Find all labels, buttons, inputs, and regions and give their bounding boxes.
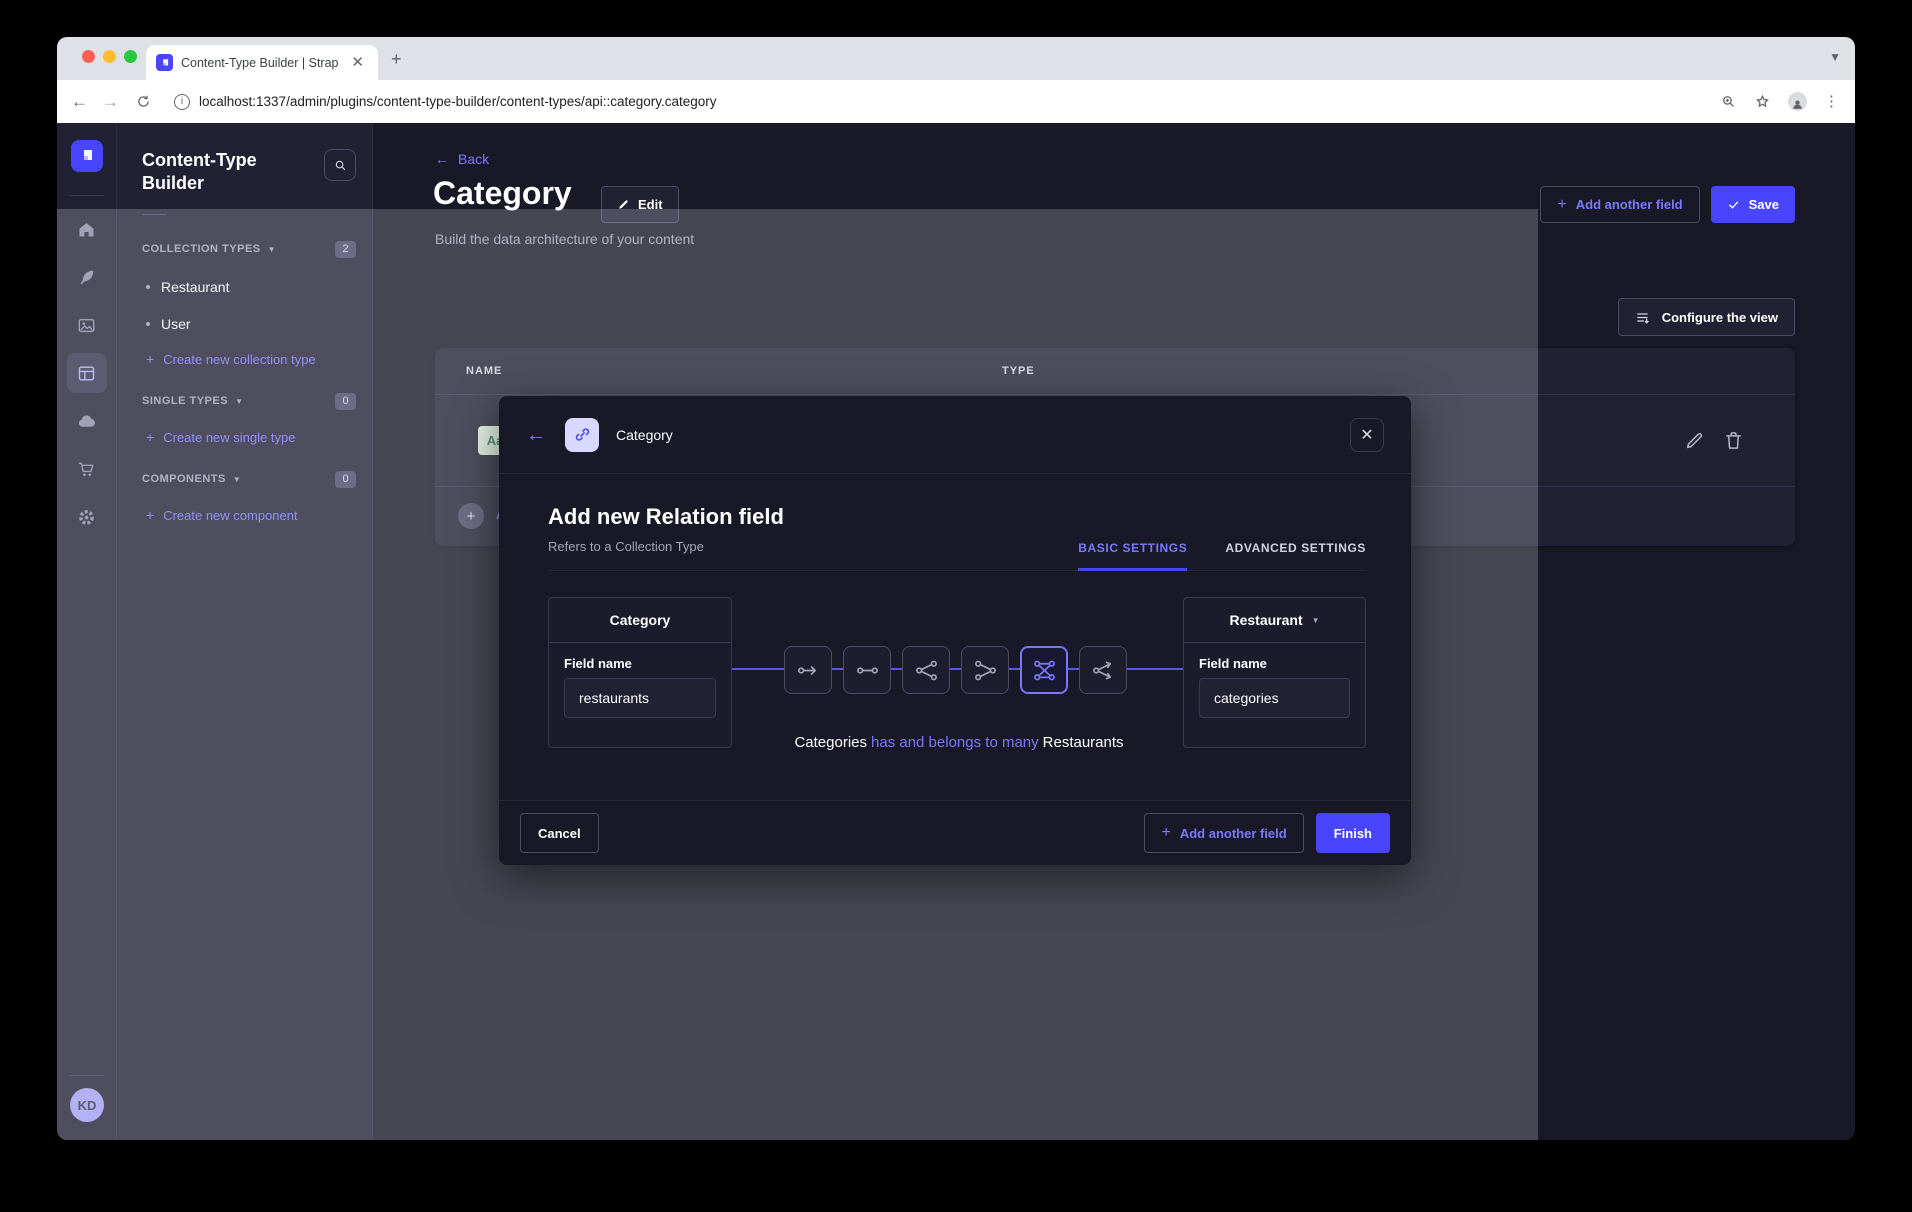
relation-link-icon xyxy=(565,418,599,452)
modal-footer: Cancel + Add another field Finish xyxy=(499,800,1411,865)
relation-sentence: Categorieshas and belongs to manyRestaur… xyxy=(548,734,1370,751)
has-many-icon xyxy=(1091,658,1116,683)
one-to-many-icon xyxy=(914,658,939,683)
add-another-field-button[interactable]: + Add another field xyxy=(1540,186,1699,223)
save-button[interactable]: Save xyxy=(1711,186,1795,223)
chevron-down-icon[interactable]: ▼ xyxy=(1829,50,1841,64)
back-nav-icon[interactable]: ← xyxy=(71,93,88,110)
new-tab-button[interactable]: + xyxy=(391,50,402,68)
tab-close-icon[interactable]: ✕ xyxy=(347,53,368,72)
minimize-window-button[interactable] xyxy=(103,50,116,63)
many-to-one-icon xyxy=(973,658,998,683)
search-button[interactable] xyxy=(324,149,356,181)
relation-one-to-one-button[interactable] xyxy=(843,646,891,694)
strapi-favicon-icon xyxy=(156,54,173,71)
tab-title: Content-Type Builder | Strapi xyxy=(181,56,339,70)
relation-many-to-one-button[interactable] xyxy=(961,646,1009,694)
plus-icon: + xyxy=(1557,196,1566,214)
url-bar: ← → i localhost:1337/admin/plugins/conte… xyxy=(57,80,1855,123)
modal-header: ← Category ✕ xyxy=(499,396,1411,474)
close-modal-button[interactable]: ✕ xyxy=(1350,418,1384,452)
configure-view-button[interactable]: Configure the view xyxy=(1618,298,1795,336)
add-relation-modal: ← Category ✕ Add new Relation field Refe… xyxy=(499,396,1411,865)
forward-nav-icon[interactable]: → xyxy=(102,93,119,110)
url-text[interactable]: localhost:1337/admin/plugins/content-typ… xyxy=(199,94,717,109)
zoom-icon[interactable] xyxy=(1720,93,1737,110)
modal-title: Add new Relation field xyxy=(548,504,784,530)
strapi-logo[interactable] xyxy=(71,140,103,172)
plus-icon: + xyxy=(1161,824,1170,842)
source-card-title: Category xyxy=(549,598,731,643)
page-title: Category xyxy=(433,175,572,212)
many-to-many-icon xyxy=(1032,658,1057,683)
sidebar-title: Content-Type Builder xyxy=(142,149,282,196)
search-icon xyxy=(333,158,348,173)
browser-tab[interactable]: Content-Type Builder | Strapi ✕ xyxy=(146,45,378,80)
back-link[interactable]: ← Back xyxy=(435,151,489,167)
finish-button[interactable]: Finish xyxy=(1316,813,1390,853)
target-collection-select[interactable]: Restaurant ▼ xyxy=(1184,598,1365,643)
field-name-label: Field name xyxy=(564,656,716,671)
bookmark-star-icon[interactable] xyxy=(1754,93,1771,110)
omnibox[interactable]: i localhost:1337/admin/plugins/content-t… xyxy=(174,94,1720,110)
tab-basic-settings[interactable]: BASIC SETTINGS xyxy=(1078,541,1187,571)
modal-back-arrow-icon[interactable]: ← xyxy=(526,425,546,445)
modal-subtitle: Refers to a Collection Type xyxy=(548,539,704,554)
source-field-name-input[interactable] xyxy=(564,678,716,718)
browser-window: Content-Type Builder | Strapi ✕ + ▼ ← → … xyxy=(57,37,1855,1140)
one-way-icon xyxy=(796,658,821,683)
zoom-window-button[interactable] xyxy=(124,50,137,63)
relation-many-to-many-button[interactable] xyxy=(1020,646,1068,694)
relation-has-many-button[interactable] xyxy=(1079,646,1127,694)
target-field-name-input[interactable] xyxy=(1199,678,1350,718)
tab-strip: Content-Type Builder | Strapi ✕ + ▼ xyxy=(57,37,1855,80)
back-arrow-icon: ← xyxy=(435,151,449,167)
delete-row-trash-icon[interactable] xyxy=(1722,429,1745,452)
kebab-menu-icon[interactable]: ⋮ xyxy=(1824,94,1839,109)
relation-picker: Category Field name xyxy=(548,597,1366,748)
edit-row-pencil-icon[interactable] xyxy=(1683,429,1706,452)
profile-icon[interactable] xyxy=(1788,92,1807,111)
relation-one-way-button[interactable] xyxy=(784,646,832,694)
modal-titlebar: Add new Relation field Refers to a Colle… xyxy=(548,474,1366,571)
site-info-icon[interactable]: i xyxy=(174,94,190,110)
modal-breadcrumb: Category xyxy=(616,427,673,443)
one-to-one-icon xyxy=(855,658,880,683)
check-icon xyxy=(1727,198,1740,211)
reload-icon[interactable] xyxy=(135,93,152,110)
close-window-button[interactable] xyxy=(82,50,95,63)
modal-add-another-field-button[interactable]: + Add another field xyxy=(1144,813,1303,853)
traffic-lights xyxy=(82,50,137,63)
field-name-label: Field name xyxy=(1199,656,1350,671)
cancel-button[interactable]: Cancel xyxy=(520,813,599,853)
configure-icon xyxy=(1635,309,1652,326)
source-card: Category Field name xyxy=(548,597,732,748)
target-card: Restaurant ▼ Field name xyxy=(1183,597,1366,748)
tab-advanced-settings[interactable]: ADVANCED SETTINGS xyxy=(1225,541,1366,571)
relation-one-to-many-button[interactable] xyxy=(902,646,950,694)
chevron-down-icon: ▼ xyxy=(1312,616,1320,625)
